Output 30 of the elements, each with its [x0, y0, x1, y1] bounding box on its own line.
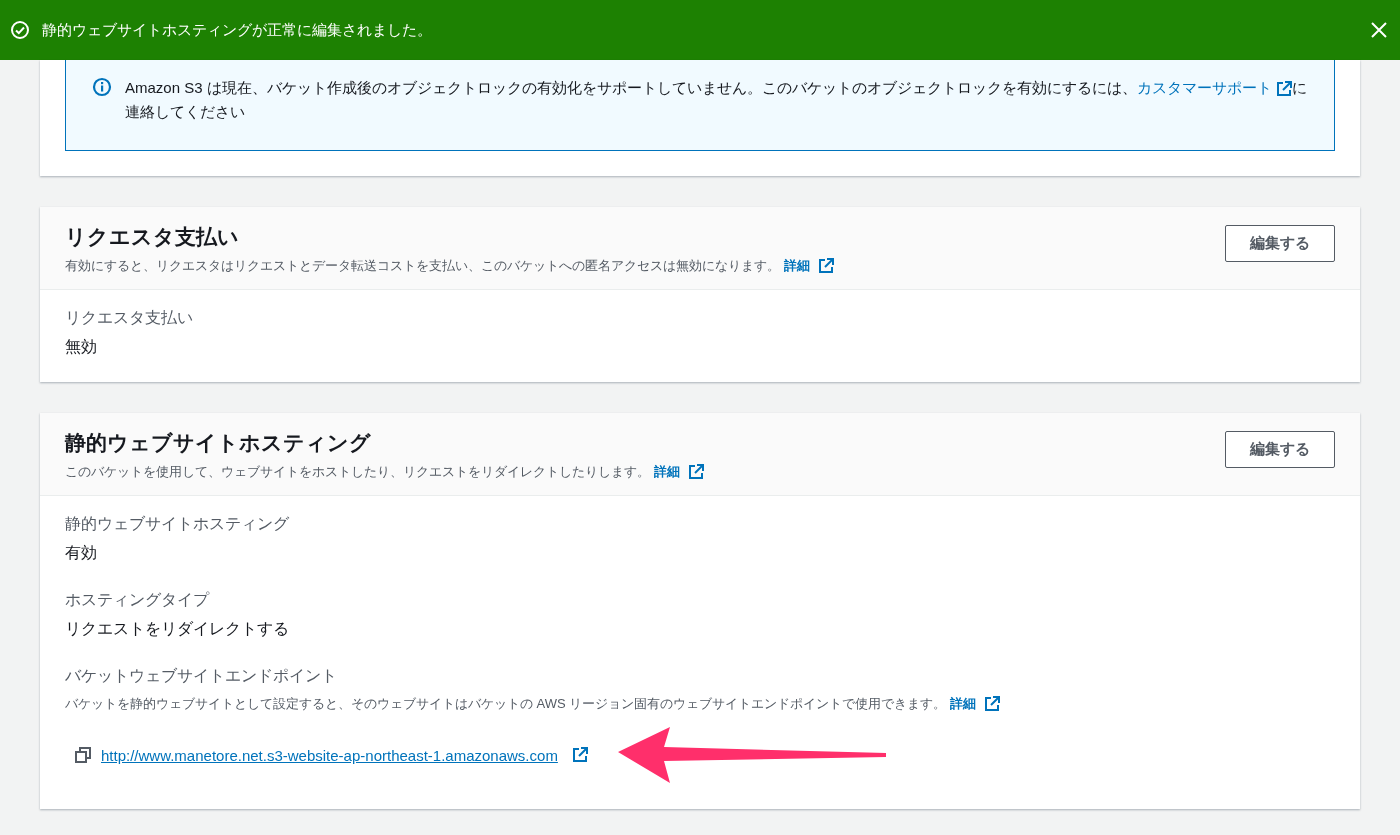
field-label: 静的ウェブサイトホスティング [65, 514, 290, 534]
field-label: ホスティングタイプ [65, 590, 211, 610]
field-description: バケットを静的ウェブサイトとして設定すると、そのウェブサイトはバケットの AWS リージョン固有のウェブサイトエンドポイントで使用できます。 [65, 695, 947, 713]
banner-message: 静的ウェブサイトホスティングが正常に編集されました。 [42, 20, 433, 40]
info-icon [92, 77, 112, 97]
section-title: リクエスタ支払い [65, 224, 240, 250]
endpoint-link[interactable]: http://www.manetore.net.s3-website-ap-northeast-1.amazonaws.com [101, 746, 558, 764]
external-link-icon [984, 696, 1001, 712]
external-link-icon [571, 747, 588, 763]
details-link[interactable]: 詳細 [784, 257, 810, 275]
copy-icon[interactable] [75, 747, 91, 763]
details-link[interactable]: 詳細 [950, 695, 977, 713]
field-label: バケットウェブサイトエンドポイント [65, 666, 338, 686]
alert-text: Amazon S3 は現在、バケット作成後のオブジェクトロックの有効化をサポートしていません。このバケットのオブジェクトロックを有効にするには、カスタマーサポート に連絡してください [125, 78, 1308, 122]
check-circle-icon [10, 20, 30, 40]
external-link-icon [1275, 81, 1292, 98]
external-link-icon [818, 258, 834, 274]
field-label: リクエスタ支払い [65, 308, 194, 328]
field-value: 有効 [65, 543, 98, 563]
customer-support-link[interactable]: カスタマーサポート [1136, 79, 1292, 96]
close-icon[interactable] [1370, 21, 1388, 39]
section-description: 有効にすると、リクエスタはリクエストとデータ転送コストを支払い、このバケットへの匿名アクセスは無効になります。 [65, 257, 780, 275]
field-value: リクエストをリダイレクトする [65, 619, 290, 639]
field-value: 無効 [65, 337, 98, 357]
details-link[interactable]: 詳細 [654, 463, 680, 481]
section-description: このバケットを使用して、ウェブサイトをホストしたり、リクエストをリダイレクトしたりします。 [65, 463, 650, 481]
edit-button[interactable]: 編集する [1225, 225, 1335, 262]
section-title: 静的ウェブサイトホスティング [65, 430, 372, 456]
external-link-icon [688, 464, 704, 480]
edit-button[interactable]: 編集する [1225, 431, 1335, 468]
